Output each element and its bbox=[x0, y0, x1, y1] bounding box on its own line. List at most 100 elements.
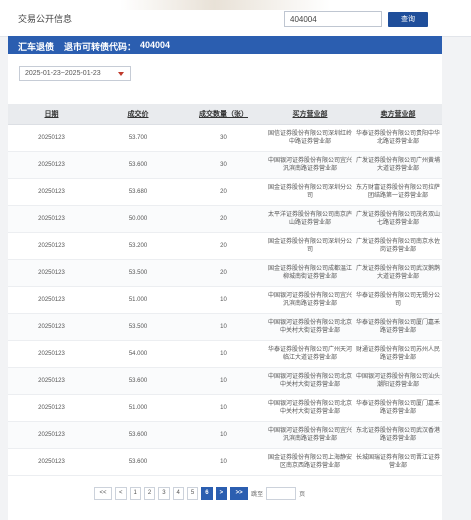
table-row: 20250123 53.500 10 中国银河证券股份有限公司北京中关村大街证券营业部… bbox=[8, 313, 442, 341]
cell-price: 51.000 bbox=[95, 394, 181, 422]
page-button[interactable]: 1 bbox=[129, 486, 141, 500]
table-row: 20250123 54.000 10 华泰证券股份有限公司广州天河临江大道证券营业部财… bbox=[8, 340, 442, 368]
cell-seller: 华泰证券股份有限公司厦门嘉禾路证券营业部 bbox=[354, 313, 442, 341]
prev-page-button[interactable]: < bbox=[115, 486, 127, 500]
search-input[interactable] bbox=[284, 11, 382, 27]
cell-buyer: 国金证券股份有限公司深圳分公司 bbox=[266, 232, 354, 260]
cell-volume: 10 bbox=[181, 421, 266, 449]
caret-down-icon bbox=[118, 72, 124, 76]
cell-date: 20250123 bbox=[8, 259, 95, 287]
cell-buyer: 中国银河证券股份有限公司北京中关村大街证券营业部 bbox=[266, 313, 354, 341]
search-button[interactable]: 查询 bbox=[388, 12, 428, 27]
bond-info-bar: 汇车退债 退市可转债代码： 404004 bbox=[8, 36, 442, 54]
table-row: 20250123 53.600 10 国金证券股份有限公司上海静安区南京西路证券营业部… bbox=[8, 448, 442, 476]
cell-seller: 华泰证券股份有限公司无锡分公司 bbox=[354, 286, 442, 314]
cell-date: 20250123 bbox=[8, 286, 95, 314]
cell-price: 54.000 bbox=[95, 340, 181, 368]
cell-date: 20250123 bbox=[8, 421, 95, 449]
cell-buyer: 中国银河证券股份有限公司北京中关村大街证券营业部 bbox=[266, 394, 354, 422]
table-row: 20250123 53.680 20 国金证券股份有限公司深圳分公司 东方财富证券股份有… bbox=[8, 178, 442, 206]
header-date[interactable]: 日期 bbox=[8, 104, 95, 125]
cell-price: 53.500 bbox=[95, 313, 181, 341]
cell-price: 53.700 bbox=[95, 124, 181, 152]
cell-price: 53.680 bbox=[95, 178, 181, 206]
cell-seller: 广发证券股份有限公司广州黄埔大道证券营业部 bbox=[354, 151, 442, 179]
header-buyer[interactable]: 买方营业部 bbox=[266, 104, 354, 125]
cell-volume: 10 bbox=[181, 394, 266, 422]
cell-buyer: 中国银河证券股份有限公司宜兴汎滨南路证券营业部 bbox=[266, 151, 354, 179]
cell-buyer: 中国银河证券股份有限公司宜兴汎滨南路证券营业部 bbox=[266, 421, 354, 449]
table-row: 20250123 53.600 10 中国银河证券股份有限公司宜兴汎滨南路证券营业部东… bbox=[8, 421, 442, 449]
cell-price: 50.000 bbox=[95, 205, 181, 233]
cell-volume: 10 bbox=[181, 448, 266, 476]
cell-buyer: 太平洋证券股份有限公司南京庐山路证券营业部 bbox=[266, 205, 354, 233]
cell-buyer: 中国银河证券股份有限公司宜兴汎滨南路证券营业部 bbox=[266, 286, 354, 314]
cell-date: 20250123 bbox=[8, 232, 95, 260]
bond-code-value: 404004 bbox=[140, 40, 171, 50]
cell-price: 53.600 bbox=[95, 367, 181, 395]
cell-seller: 财通证券股份有限公司苏州人民路证券营业部 bbox=[354, 340, 442, 368]
cell-volume: 10 bbox=[181, 367, 266, 395]
cell-buyer: 国金证券股份有限公司上海静安区南京西路证券营业部 bbox=[266, 448, 354, 476]
table-row: 20250123 51.000 10 中国银河证券股份有限公司北京中关村大街证券营业部… bbox=[8, 394, 442, 422]
table-row: 20250123 51.000 10 中国银河证券股份有限公司宜兴汎滨南路证券营业部华… bbox=[8, 286, 442, 314]
header-seller[interactable]: 卖方营业部 bbox=[354, 104, 442, 125]
cell-price: 53.600 bbox=[95, 151, 181, 179]
next-page-button[interactable]: > bbox=[215, 486, 228, 500]
cell-volume: 30 bbox=[181, 151, 266, 179]
cell-buyer: 华泰证券股份有限公司广州天河临江大道证券营业部 bbox=[266, 340, 354, 368]
table-row: 20250123 53.600 30 中国银河证券股份有限公司宜兴汎滨南路证券营业部广… bbox=[8, 151, 442, 179]
cell-price: 53.500 bbox=[95, 259, 181, 287]
table-row: 20250123 53.700 30 国信证券股份有限公司深圳红岭中路证券营业部 华泰证… bbox=[8, 124, 442, 152]
header-volume[interactable]: 成交数量（张） bbox=[181, 104, 266, 125]
table-body: 20250123 53.700 30 国信证券股份有限公司深圳红岭中路证券营业部 华泰证… bbox=[8, 124, 442, 476]
last-page-button[interactable]: >> bbox=[230, 486, 249, 500]
bond-name: 汇车退债 bbox=[18, 42, 55, 52]
page-button[interactable]: 3 bbox=[158, 486, 170, 500]
pagination: << < 1 2 3 4 5 6 > >> 跳至 页 bbox=[94, 486, 305, 500]
cell-volume: 10 bbox=[181, 286, 266, 314]
cell-date: 20250123 bbox=[8, 448, 95, 476]
table-header-row: 日期 成交价 成交数量（张） 买方营业部 卖方营业部 bbox=[8, 104, 442, 125]
table-row: 20250123 50.000 20 太平洋证券股份有限公司南京庐山路证券营业部 广发证… bbox=[8, 205, 442, 233]
table-row: 20250123 53.600 10 中国银河证券股份有限公司北京中关村大街证券营业部… bbox=[8, 367, 442, 395]
cell-volume: 20 bbox=[181, 178, 266, 206]
trade-table: 日期 成交价 成交数量（张） 买方营业部 卖方营业部 20250123 53.70… bbox=[8, 104, 442, 476]
cell-seller: 广发证券股份有限公司茂名双山七路证券营业部 bbox=[354, 205, 442, 233]
bond-code-label: 退市可转债代码： bbox=[64, 42, 137, 52]
page-title: 交易公开信息 bbox=[18, 14, 73, 24]
cell-date: 20250123 bbox=[8, 313, 95, 341]
cell-date: 20250123 bbox=[8, 124, 95, 152]
cell-seller: 东方财富证券股份有限公司拉萨团结路第一证券营业部 bbox=[354, 178, 442, 206]
cell-price: 53.600 bbox=[95, 421, 181, 449]
page-button[interactable]: 2 bbox=[143, 486, 156, 500]
cell-price: 51.000 bbox=[95, 286, 181, 314]
cell-seller: 中国银河证券股份有限公司汕头潮阳证券营业部 bbox=[354, 367, 442, 395]
page-button[interactable]: 5 bbox=[186, 486, 199, 500]
cell-price: 53.600 bbox=[95, 448, 181, 476]
cell-buyer: 国金证券股份有限公司深圳分公司 bbox=[266, 178, 354, 206]
cell-seller: 广发证券股份有限公司南京水佐岗证券营业部 bbox=[354, 232, 442, 260]
goto-prefix-label: 跳至 bbox=[251, 491, 264, 498]
goto-page-input[interactable] bbox=[266, 486, 297, 500]
cell-buyer: 中国银河证券股份有限公司北京中关村大街证券营业部 bbox=[266, 367, 354, 395]
cell-volume: 20 bbox=[181, 259, 266, 287]
cell-seller: 华泰证券股份有限公司贵阳中华北路证券营业部 bbox=[354, 124, 442, 152]
goto-suffix-label: 页 bbox=[299, 491, 306, 498]
date-range-value: 2025-01-23~2025-01-23 bbox=[25, 70, 101, 77]
header-price[interactable]: 成交价 bbox=[95, 104, 181, 125]
cell-seller: 华泰证券股份有限公司厦门嘉禾路证券营业部 bbox=[354, 394, 442, 422]
cell-volume: 30 bbox=[181, 124, 266, 152]
cell-date: 20250123 bbox=[8, 394, 95, 422]
cell-date: 20250123 bbox=[8, 205, 95, 233]
page-button[interactable]: 4 bbox=[172, 486, 184, 500]
top-header: 交易公开信息 查询 bbox=[0, 0, 471, 37]
date-range-select[interactable]: 2025-01-23~2025-01-23 bbox=[19, 66, 131, 81]
cell-date: 20250123 bbox=[8, 178, 95, 206]
table-row: 20250123 53.200 20 国金证券股份有限公司深圳分公司 广发证券股份有限公… bbox=[8, 232, 442, 260]
header-decoration bbox=[120, 0, 330, 10]
table-row: 20250123 53.500 20 国金证券股份有限公司成都温江柳城南街证券营业部广… bbox=[8, 259, 442, 287]
main-panel: 2025-01-23~2025-01-23 日期 成交价 成交数量（张） 买方营… bbox=[8, 54, 442, 520]
current-page-button[interactable]: 6 bbox=[201, 486, 213, 500]
first-page-button[interactable]: << bbox=[94, 486, 112, 500]
